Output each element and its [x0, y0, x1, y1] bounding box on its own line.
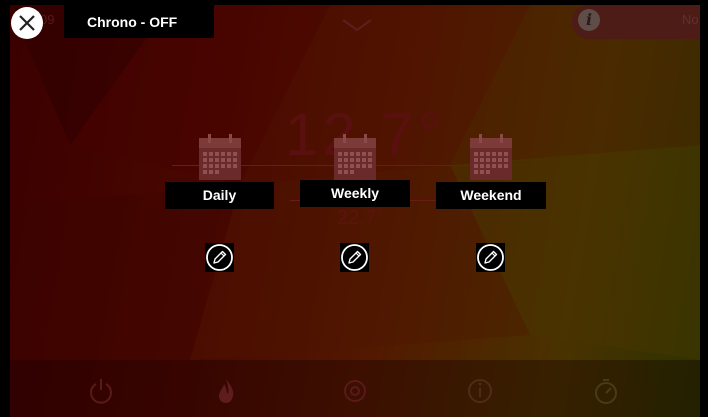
pencil-icon	[341, 244, 368, 271]
timer-icon[interactable]	[592, 377, 620, 405]
page-title: Chrono - OFF	[87, 14, 178, 30]
chevron-down-icon	[342, 19, 372, 32]
power-icon[interactable]	[87, 377, 115, 405]
calendar-icon	[470, 134, 512, 180]
background-sub-temperature: 22.7°	[337, 207, 384, 229]
mode-weekend-label[interactable]: Weekend	[436, 182, 546, 209]
info-icon[interactable]	[466, 377, 494, 405]
pencil-icon	[477, 244, 504, 271]
info-icon: i	[578, 9, 600, 31]
close-button[interactable]	[11, 7, 43, 39]
flame-icon[interactable]	[212, 377, 240, 405]
close-icon	[19, 15, 35, 31]
edit-weekly-button[interactable]	[340, 243, 369, 272]
background-info-text: No	[682, 12, 699, 27]
mode-daily-label[interactable]: Daily	[165, 182, 274, 209]
settings-icon[interactable]	[341, 377, 369, 405]
mode-weekly-label[interactable]: Weekly	[300, 180, 410, 207]
calendar-icon	[334, 134, 376, 180]
edit-weekend-button[interactable]	[476, 243, 505, 272]
edit-daily-button[interactable]	[205, 243, 234, 272]
pencil-icon	[206, 244, 233, 271]
calendar-icon	[199, 134, 241, 180]
